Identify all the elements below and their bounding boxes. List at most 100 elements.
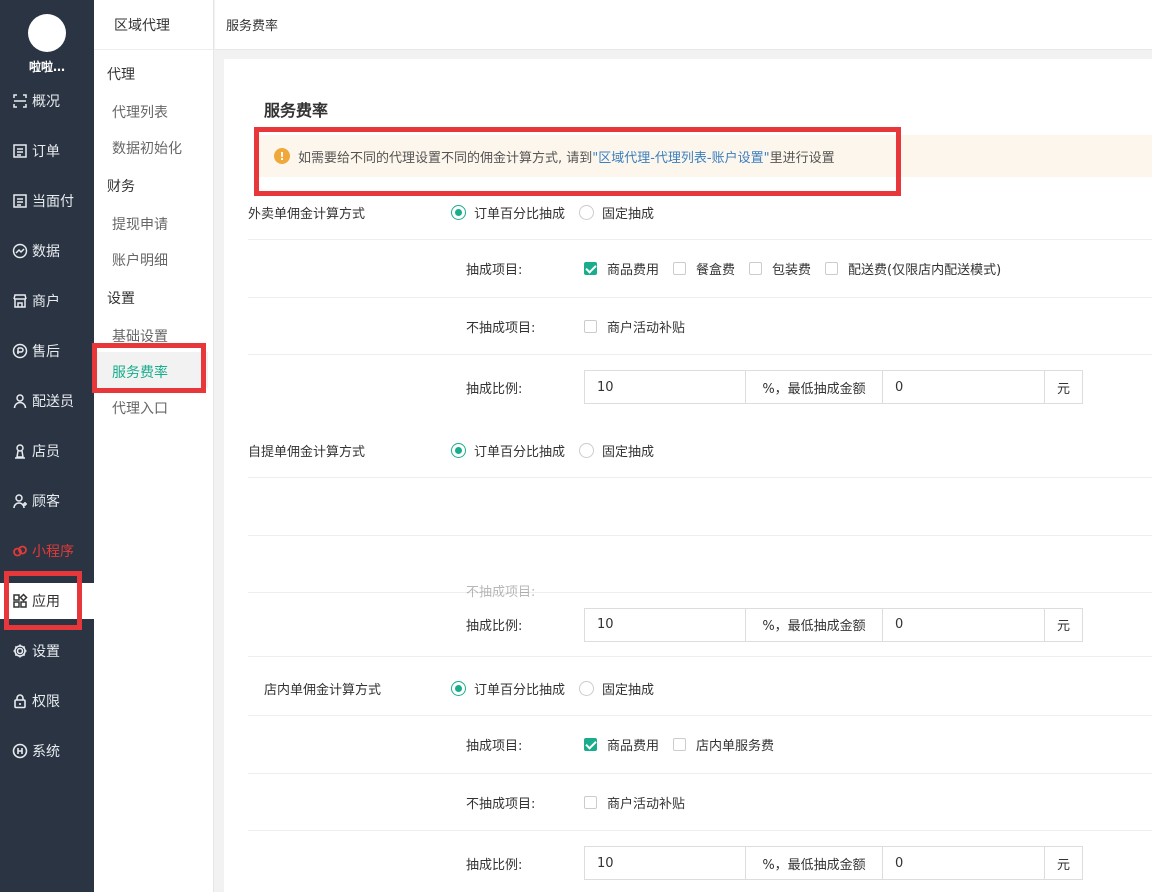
sub-item-account-detail[interactable]: 账户明细: [112, 250, 168, 270]
dinein-min-input[interactable]: [883, 846, 1045, 880]
dinein-radio-fixed[interactable]: 固定抽成: [579, 679, 654, 698]
sub-sidebar-title: 区域代理: [94, 0, 213, 50]
data-icon: [11, 243, 28, 260]
sub-item-service-rate[interactable]: 服务费率: [112, 362, 168, 382]
takeout-ratio-row: 抽成比例: %，最低抽成金额 元: [248, 355, 1152, 419]
min-amount-label: %，最低抽成金额: [746, 370, 883, 404]
pickup-radio-fixed[interactable]: 固定抽成: [579, 441, 654, 460]
nav-label: 配送员: [32, 394, 74, 410]
check-subsidy[interactable]: 商户活动补贴: [584, 793, 685, 812]
unit-label: 元: [1045, 370, 1083, 404]
radio-dot[interactable]: [579, 442, 595, 458]
ratio-label: 抽成比例:: [466, 619, 523, 634]
nav-item-settings[interactable]: 设置: [0, 633, 94, 669]
check-label: 餐盒费: [696, 263, 736, 278]
dinein-ratio-row: 抽成比例: %，最低抽成金额 元: [248, 831, 1152, 892]
nav-label: 设置: [32, 644, 60, 660]
checkbox[interactable]: [584, 262, 597, 275]
radio-dot[interactable]: [451, 204, 466, 220]
sub-item-data-init[interactable]: 数据初始化: [112, 138, 182, 158]
notice-suffix: 里进行设置: [769, 150, 835, 166]
nav-item-pay[interactable]: 当面付: [0, 183, 94, 219]
radio-dot[interactable]: [451, 680, 466, 696]
exclude-label: 不抽成项目:: [466, 320, 536, 336]
nav-item-system[interactable]: 系统: [0, 733, 94, 769]
dinein-label: 店内单佣金计算方式: [264, 682, 382, 698]
dinein-radio-percent[interactable]: 订单百分比抽成: [451, 679, 565, 698]
breadcrumb: 服务费率: [226, 19, 279, 34]
nav-item-overview[interactable]: 概况: [0, 83, 94, 119]
checkbox[interactable]: [825, 262, 839, 275]
items-label: 抽成项目:: [466, 739, 523, 754]
check-pack-fee[interactable]: 包装费: [749, 259, 811, 278]
nav-label: 商户: [32, 294, 60, 310]
aftersale-icon: [11, 343, 28, 360]
pickup-ratio-group: %，最低抽成金额 元: [584, 607, 1083, 642]
sub-item-withdraw[interactable]: 提现申请: [112, 214, 168, 234]
sub-group-settings: 设置: [107, 291, 135, 307]
nav-item-aftersale[interactable]: 售后: [0, 333, 94, 369]
pickup-min-input[interactable]: [883, 607, 1045, 642]
checkbox[interactable]: [673, 262, 687, 275]
sub-sidebar: 区域代理 代理 代理列表 数据初始化 财务 提现申请 账户明细 设置 基础设置 …: [94, 0, 214, 892]
nav-item-courier[interactable]: 配送员: [0, 383, 94, 419]
sub-group-finance: 财务: [107, 179, 135, 195]
overview-icon: [11, 93, 28, 110]
miniprogram-icon: [11, 543, 28, 560]
nav-item-apps[interactable]: 应用: [0, 583, 94, 619]
username: 啦啦…: [28, 60, 65, 74]
sub-item-basic-settings[interactable]: 基础设置: [112, 326, 168, 346]
pickup-ratio-input[interactable]: [584, 607, 746, 642]
topbar: 服务费率: [215, 0, 1152, 50]
dinein-ratio-input[interactable]: [584, 846, 746, 880]
check-subsidy[interactable]: 商户活动补贴: [584, 317, 685, 336]
checkbox[interactable]: [584, 319, 597, 333]
check-dinein-service[interactable]: 店内单服务费: [673, 735, 774, 754]
order-icon: [11, 143, 28, 160]
check-label: 商户活动补贴: [607, 796, 686, 812]
nav-item-store[interactable]: 商户: [0, 283, 94, 319]
radio-dot[interactable]: [579, 680, 595, 696]
pay-icon: [11, 193, 28, 210]
nav-item-data[interactable]: 数据: [0, 233, 94, 269]
takeout-radio-fixed[interactable]: 固定抽成: [579, 203, 654, 222]
avatar[interactable]: [28, 14, 66, 52]
pickup-mode-row: 自提单佣金计算方式 订单百分比抽成 固定抽成: [248, 423, 1152, 478]
ratio-label: 抽成比例:: [466, 857, 523, 873]
courier-icon: [11, 393, 28, 410]
nav-label: 店员: [32, 444, 60, 460]
lock-icon: [11, 693, 28, 710]
nav-item-orders[interactable]: 订单: [0, 133, 94, 169]
nav-item-customer[interactable]: 顾客: [0, 483, 94, 519]
nav-item-miniprogram[interactable]: 小程序: [0, 533, 94, 569]
radio-label: 固定抽成: [602, 682, 655, 698]
pickup-radio-percent[interactable]: 订单百分比抽成: [451, 441, 565, 460]
checkbox[interactable]: [673, 738, 687, 751]
dinein-items-row: 抽成项目: 商品费用 店内单服务费: [248, 716, 1152, 774]
checkbox[interactable]: [584, 795, 597, 809]
user-profile[interactable]: 啦啦…: [0, 0, 94, 82]
takeout-radio-percent[interactable]: 订单百分比抽成: [451, 203, 565, 222]
check-goods-fee[interactable]: 商品费用: [584, 259, 659, 278]
check-label: 商户活动补贴: [607, 320, 686, 336]
check-goods-fee[interactable]: 商品费用: [584, 735, 659, 754]
checkbox[interactable]: [584, 738, 597, 751]
takeout-items-row: 抽成项目: 商品费用 餐盒费 包装费 配送费(仅限店内配送模式): [248, 240, 1152, 298]
sub-item-agent-entry[interactable]: 代理入口: [112, 398, 168, 418]
nav-label: 订单: [32, 144, 60, 160]
nav-item-clerk[interactable]: 店员: [0, 433, 94, 469]
nav-item-permissions[interactable]: 权限: [0, 683, 94, 719]
checkbox[interactable]: [749, 262, 763, 275]
takeout-ratio-input[interactable]: [584, 370, 746, 404]
radio-label: 订单百分比抽成: [474, 444, 566, 460]
notice-link[interactable]: "区域代理-代理列表-账户设置": [592, 147, 769, 166]
check-box-fee[interactable]: 餐盒费: [673, 259, 735, 278]
nav-label: 概况: [32, 94, 60, 110]
apps-icon: [11, 593, 28, 610]
check-delivery-fee[interactable]: 配送费(仅限店内配送模式): [825, 259, 1001, 278]
takeout-min-input[interactable]: [883, 370, 1045, 404]
sub-item-agent-list[interactable]: 代理列表: [112, 102, 168, 122]
radio-dot[interactable]: [451, 442, 466, 458]
radio-dot[interactable]: [579, 204, 595, 220]
takeout-label: 外卖单佣金计算方式: [248, 206, 366, 222]
